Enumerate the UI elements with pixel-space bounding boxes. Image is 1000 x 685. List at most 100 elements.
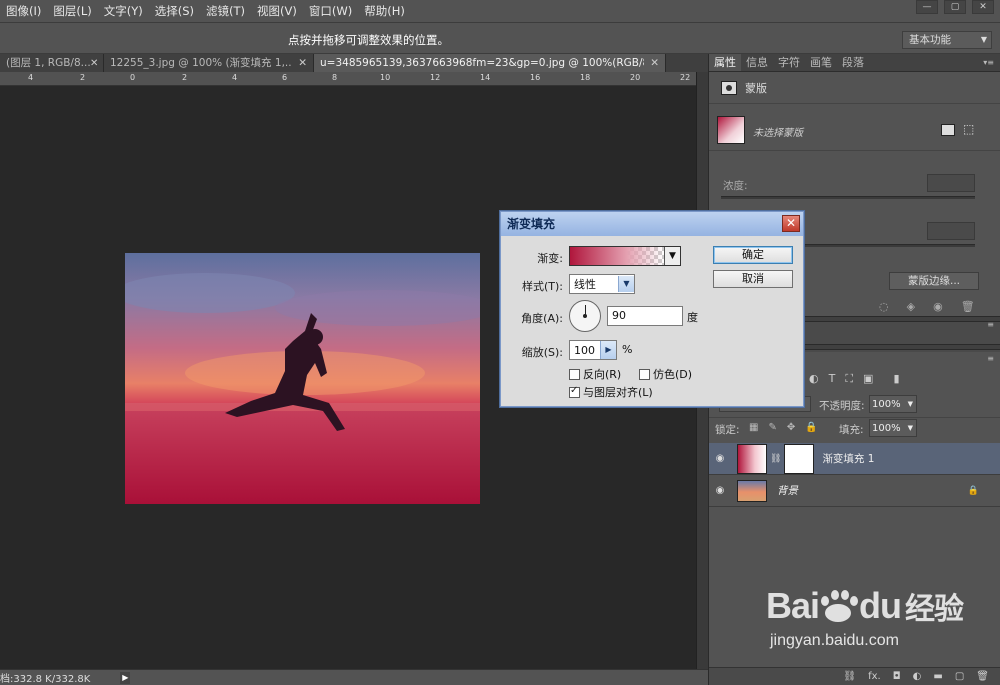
close-icon[interactable]: ✕ — [298, 54, 307, 72]
watermark-brand-2: du — [859, 585, 902, 626]
ruler-label: 12 — [430, 73, 441, 82]
tab-info[interactable]: 信息 — [741, 54, 773, 71]
lock-move-icon[interactable]: ✥ — [787, 422, 795, 433]
maximize-button[interactable]: ▢ — [944, 0, 966, 14]
fill-input[interactable]: 100% ▼ — [869, 419, 917, 437]
panel-menu-icon[interactable]: ≡ — [987, 354, 994, 363]
chevron-down-icon: ▼ — [980, 35, 987, 44]
load-selection-icon[interactable]: ◌ — [879, 300, 889, 313]
menu-image[interactable]: 图像(I) — [0, 3, 47, 19]
dither-option[interactable]: 仿色(D) — [639, 366, 692, 382]
menu-select[interactable]: 选择(S) — [149, 3, 200, 19]
cancel-button[interactable]: 取消 — [713, 270, 793, 288]
visibility-icon[interactable]: ◉ — [933, 300, 943, 313]
angle-input[interactable]: 90 — [607, 306, 683, 326]
adjustment-filter-icon[interactable]: ◐ — [809, 372, 819, 386]
tab-brush[interactable]: 画笔 — [805, 54, 837, 71]
layer-item-gradient-fill[interactable]: ◉ ⛓ 渐变填充 1 — [709, 443, 1000, 475]
paw-icon — [819, 588, 859, 624]
panel-menu-icon[interactable]: ▾≡ — [983, 58, 994, 67]
style-select[interactable]: 线性 ▼ — [569, 274, 635, 294]
pixel-mask-icon[interactable] — [941, 124, 955, 136]
menu-help[interactable]: 帮助(H) — [358, 3, 411, 19]
gradient-fill-dialog: 渐变填充 ✕ 渐变: ▼ 样式(T): 线性 ▼ 角度(A): 90 度 缩放(… — [500, 211, 804, 407]
ruler-label: 8 — [332, 73, 338, 82]
layer-mask-thumbnail[interactable] — [784, 443, 815, 474]
align-option[interactable]: 与图层对齐(L) — [569, 384, 653, 400]
tab-properties[interactable]: 属性 — [709, 54, 741, 71]
document-tabs: (图层 1, RGB/8... 12255_3.jpg @ 100% (渐变填充… — [0, 54, 708, 72]
menu-window[interactable]: 窗口(W) — [303, 3, 358, 19]
tab-document-1[interactable]: (图层 1, RGB/8... — [0, 54, 104, 72]
lock-transparent-icon[interactable]: ▦ — [749, 422, 758, 433]
fx-icon[interactable]: fx. — [868, 671, 881, 682]
dither-checkbox[interactable] — [639, 368, 650, 380]
filter-toggle-icon[interactable]: ▮ — [893, 372, 899, 386]
menu-type[interactable]: 文字(Y) — [98, 3, 149, 19]
minimize-button[interactable]: — — [916, 0, 938, 14]
new-group-icon[interactable]: ▬ — [933, 671, 942, 682]
close-icon[interactable]: ✕ — [90, 58, 98, 69]
opacity-input[interactable]: 100% ▼ — [869, 395, 917, 413]
apply-mask-icon[interactable]: ◈ — [907, 300, 915, 313]
lock-all-icon[interactable]: 🔒 — [805, 422, 817, 433]
density-input[interactable] — [927, 174, 975, 192]
menu-layer[interactable]: 图层(L) — [47, 3, 97, 19]
chevron-right-icon[interactable]: ▶ — [600, 341, 616, 359]
tool-hint: 点按并拖移可调整效果的位置。 — [288, 33, 449, 47]
eye-icon[interactable]: ◉ — [709, 485, 731, 496]
tab-document-2[interactable]: 12255_3.jpg @ 100% (渐变填充 1,... ✕ — [104, 54, 314, 72]
layer-filter-icons: ◐ T ⛶ ▣ ▮ — [809, 372, 900, 386]
tab-label: 12255_3.jpg @ 100% (渐变填充 1,... — [110, 57, 293, 69]
density-slider[interactable] — [721, 196, 975, 199]
gradient-picker[interactable]: ▼ — [569, 246, 681, 266]
layer-name: 背景 — [777, 485, 798, 497]
tab-paragraph[interactable]: 段落 — [837, 54, 869, 71]
ruler-label: 4 — [232, 73, 238, 82]
feather-input[interactable] — [927, 222, 975, 240]
chevron-down-icon: ▼ — [907, 400, 913, 408]
trash-icon[interactable]: 🗑 — [976, 671, 989, 682]
close-window-button[interactable]: ✕ — [972, 0, 994, 14]
menu-filter[interactable]: 滤镜(T) — [200, 3, 251, 19]
link-layers-icon[interactable]: ⛓ — [843, 671, 856, 682]
dialog-close-button[interactable]: ✕ — [782, 215, 800, 232]
layer-item-background[interactable]: ◉ 背景 🔒 — [709, 475, 1000, 507]
dialog-title-bar[interactable]: 渐变填充 ✕ — [501, 212, 803, 236]
lock-paint-icon[interactable]: ✎ — [768, 422, 776, 433]
smart-object-filter-icon[interactable]: ▣ — [863, 372, 873, 386]
horizontal-ruler: 4 2 0 2 4 6 8 10 12 14 16 18 20 22 — [0, 72, 696, 86]
eye-icon[interactable]: ◉ — [709, 453, 731, 464]
align-checkbox[interactable] — [569, 385, 580, 398]
ok-button[interactable]: 确定 — [713, 246, 793, 264]
angle-dial[interactable] — [569, 300, 601, 332]
options-bar: 点按并拖移可调整效果的位置。 基本功能 ▼ — [0, 22, 1000, 54]
reverse-option[interactable]: 反向(R) — [569, 366, 621, 382]
new-layer-icon[interactable]: ▢ — [955, 671, 964, 682]
gradient-preview[interactable] — [570, 247, 664, 265]
status-menu-arrow-icon[interactable]: ▶ — [120, 671, 131, 684]
link-icon[interactable]: ⛓ — [770, 454, 781, 464]
layer-name: 渐变填充 1 — [822, 453, 875, 465]
workspace-select[interactable]: 基本功能 ▼ — [902, 31, 992, 49]
chevron-down-icon[interactable]: ▼ — [664, 247, 680, 265]
add-mask-icon[interactable]: ◘ — [893, 671, 901, 682]
menu-view[interactable]: 视图(V) — [251, 3, 303, 19]
vector-mask-icon[interactable]: ⬚ — [963, 122, 974, 136]
status-bar: 档:332.8 K/332.8K ▶ — [0, 669, 708, 685]
no-mask-label: 未选择蒙版 — [753, 128, 803, 139]
mask-edge-button[interactable]: 蒙版边缘... — [889, 272, 979, 290]
fill-value: 100% — [872, 422, 901, 434]
tab-character[interactable]: 字符 — [773, 54, 805, 71]
new-adjustment-icon[interactable]: ◐ — [913, 671, 922, 682]
ruler-label: 16 — [530, 73, 541, 82]
shape-filter-icon[interactable]: ⛶ — [845, 372, 853, 386]
document-image[interactable] — [125, 253, 480, 504]
tab-document-3[interactable]: u=3485965139,3637663968fm=23&gp=0.jpg @ … — [314, 54, 666, 72]
scale-input[interactable]: 100 ▶ — [569, 340, 617, 360]
panel-menu-icon[interactable]: ≡ — [987, 320, 994, 329]
close-icon[interactable]: ✕ — [650, 54, 659, 72]
reverse-checkbox[interactable] — [569, 368, 580, 380]
trash-icon[interactable]: 🗑 — [961, 300, 975, 313]
type-filter-icon[interactable]: T — [829, 372, 836, 386]
